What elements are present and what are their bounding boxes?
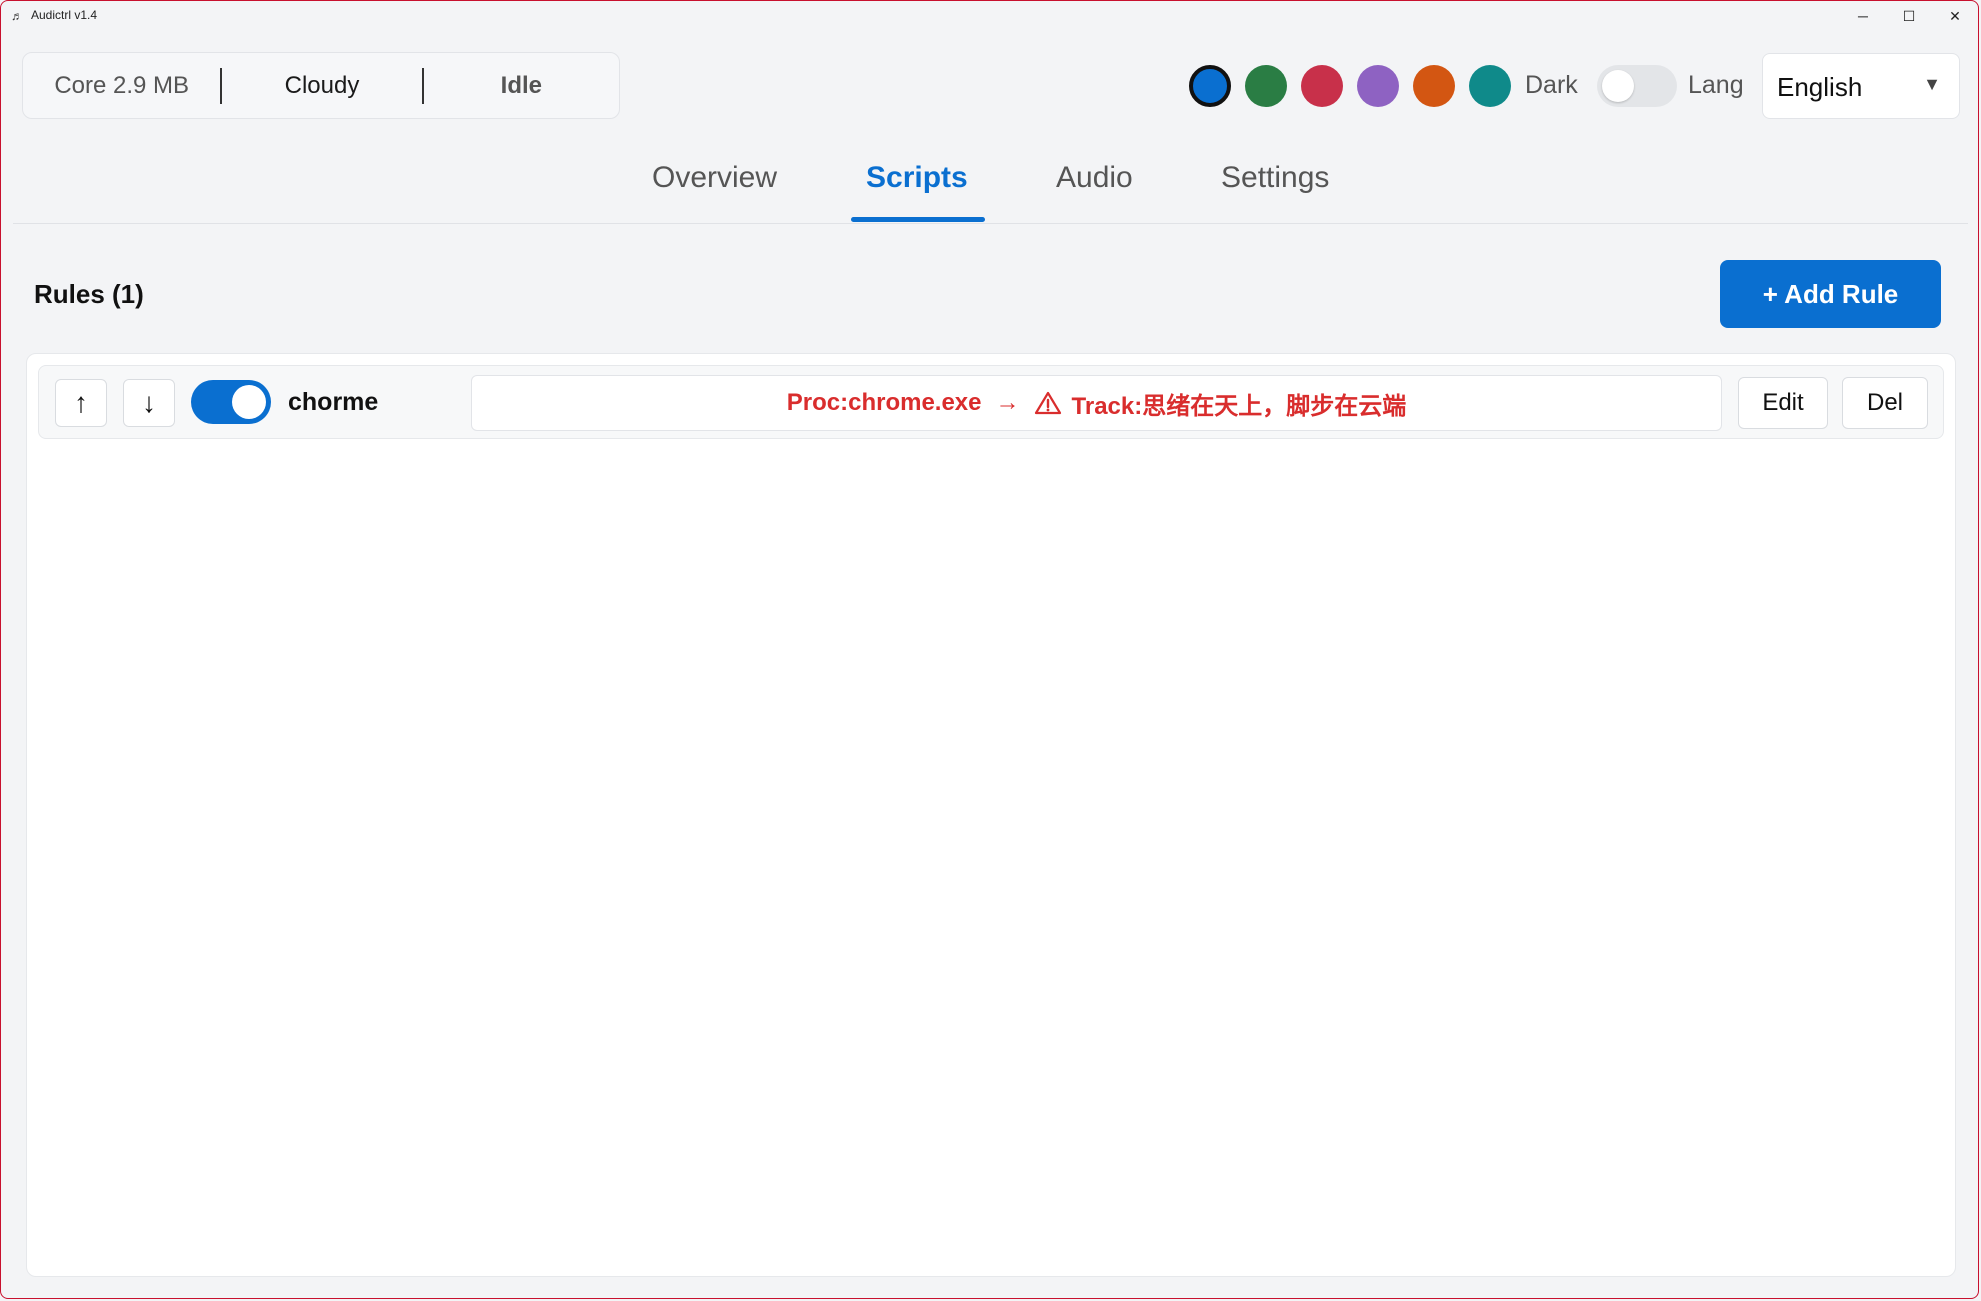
theme-swatch-green[interactable] <box>1245 65 1287 107</box>
toggle-knob <box>1602 70 1634 102</box>
move-up-button[interactable]: ↑ <box>55 379 107 427</box>
move-down-button[interactable]: ↓ <box>123 379 175 427</box>
arrow-right-icon: → <box>995 389 1020 416</box>
theme-swatch-purple[interactable] <box>1357 65 1399 107</box>
window-title: Audictrl v1.4 <box>31 8 98 22</box>
language-selected-value: English <box>1777 72 1863 102</box>
app-logo-icon: ♬ <box>11 9 23 23</box>
tabs-divider <box>13 223 1968 224</box>
theme-swatch-blue[interactable] <box>1189 65 1231 107</box>
close-button[interactable]: ✕ <box>1932 1 1978 31</box>
status-card: Core 2.9 MB Cloudy Idle <box>22 52 620 119</box>
rules-heading: Rules (1) <box>34 279 144 309</box>
edit-rule-button[interactable]: Edit <box>1738 377 1828 429</box>
rule-row: ↑ ↓ chorme Proc:chrome.exe → Track:思绪在天上… <box>38 365 1944 439</box>
rule-name: chorme <box>288 388 379 416</box>
weather-status: Cloudy <box>284 71 360 99</box>
delete-rule-button[interactable]: Del <box>1842 377 1928 429</box>
rule-enabled-toggle[interactable] <box>191 380 271 424</box>
warning-icon <box>1034 391 1061 415</box>
main-tabs: Overview Scripts Audio Settings <box>1 151 1978 223</box>
add-rule-button[interactable]: + Add Rule <box>1720 260 1941 328</box>
app-window: ♬ Audictrl v1.4 ─ ☐ ✕ Core 2.9 MB Cloudy… <box>0 0 1979 1299</box>
core-memory-status: Core 2.9 MB <box>54 71 190 99</box>
minimize-button[interactable]: ─ <box>1840 1 1886 31</box>
toggle-knob <box>232 385 266 419</box>
language-label: Lang <box>1688 71 1744 99</box>
dark-mode-label: Dark <box>1525 71 1578 99</box>
tab-audio[interactable]: Audio <box>1056 161 1133 195</box>
maximize-button[interactable]: ☐ <box>1886 1 1932 31</box>
tab-scripts[interactable]: Scripts <box>866 161 968 195</box>
title-bar: ♬ Audictrl v1.4 ─ ☐ ✕ <box>1 1 1978 31</box>
chevron-down-icon: ▼ <box>1923 74 1941 94</box>
rule-summary[interactable]: Proc:chrome.exe → Track:思绪在天上，脚步在云端 <box>471 375 1722 431</box>
tab-overview[interactable]: Overview <box>652 161 777 195</box>
theme-swatch-orange[interactable] <box>1413 65 1455 107</box>
dark-mode-toggle[interactable] <box>1597 65 1677 107</box>
language-select[interactable]: English ▼ <box>1762 53 1960 119</box>
rule-process: Proc:chrome.exe <box>786 389 982 416</box>
rule-track: Track:思绪在天上，脚步在云端 <box>1071 392 1407 420</box>
active-tab-indicator <box>851 217 985 222</box>
run-state-status: Idle <box>500 71 543 99</box>
rules-list: ↑ ↓ chorme Proc:chrome.exe → Track:思绪在天上… <box>26 353 1956 1277</box>
theme-swatch-teal[interactable] <box>1469 65 1511 107</box>
theme-swatch-red[interactable] <box>1301 65 1343 107</box>
tab-settings[interactable]: Settings <box>1221 161 1329 195</box>
